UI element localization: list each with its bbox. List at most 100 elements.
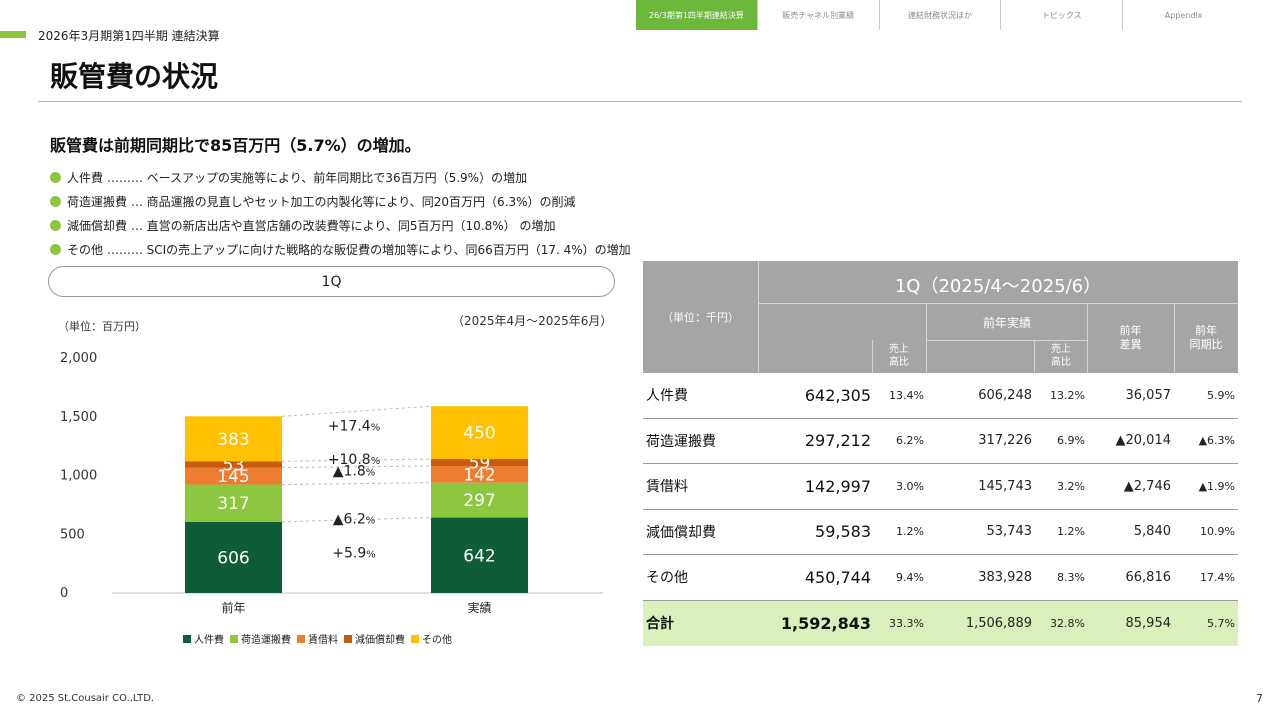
tab-sales-channel[interactable]: 販売チャネル別業績 <box>756 0 879 30</box>
tab-q1-results[interactable]: 26/3期第1四半期連結決算 <box>636 0 757 30</box>
diff-value: 66,816 <box>1125 569 1172 585</box>
legend-swatch <box>230 634 238 643</box>
page-subtitle: 2026年3月期第1四半期 連結決算 <box>38 29 220 43</box>
table-diff-header: 前年 差異 <box>1119 324 1142 351</box>
legend-label: 荷造運搬費 <box>241 635 291 646</box>
chart-unit: （単位：百万円） <box>58 320 146 333</box>
bullet-dot-icon <box>50 171 61 183</box>
legend-item: 減価償却費 <box>344 631 405 646</box>
prev-value: 145,743 <box>978 478 1032 494</box>
bullet-dot-icon <box>50 219 61 231</box>
data-label: 642 <box>463 546 495 566</box>
change-annotation: +5.9% <box>332 545 376 561</box>
table-total-row: 合計 1,592,843 33.3% 1,506,889 32.8% 85,95… <box>643 600 1238 646</box>
table-row: 減価償却費 59,583 1.2% 53,743 1.2% 5,840 10.9… <box>643 510 1238 555</box>
y-tick-label: 500 <box>60 527 85 542</box>
prev-ratio: 32.8% <box>1050 616 1085 630</box>
row-label: 合計 <box>646 616 674 633</box>
data-label: 450 <box>463 424 495 444</box>
prev-ratio: 6.9% <box>1057 434 1085 448</box>
bullet-item: 荷造運搬費 … 商品運搬の見直しやセット加工の内製化等により、同20百万円（6.… <box>50 189 631 213</box>
tab-topics[interactable]: トピックス <box>1000 0 1122 30</box>
legend-item: 人件費 <box>183 631 224 646</box>
table-unit: （単位：千円） <box>662 311 739 324</box>
legend-label: その他 <box>422 635 452 646</box>
row-label: 荷造運搬費 <box>646 433 716 450</box>
prev-value: 53,743 <box>986 524 1033 540</box>
table-row: 人件費 642,305 13.4% 606,248 13.2% 36,057 5… <box>643 373 1238 419</box>
table-ratio-header: 売上 高比 <box>889 344 909 368</box>
sga-table: （単位：千円） 1Q（2025/4～2025/6） 前年実績 売上 高比 売上 … <box>643 261 1238 646</box>
row-label: 賃借料 <box>646 479 688 496</box>
legend-item: その他 <box>411 631 452 646</box>
legend-swatch <box>344 634 352 643</box>
row-label: 減価償却費 <box>646 524 716 541</box>
actual-ratio: 1.2% <box>896 525 924 539</box>
prev-value: 1,506,889 <box>965 615 1032 631</box>
data-label: 317 <box>217 494 249 514</box>
page-number: 7 <box>1256 692 1263 705</box>
actual-ratio: 13.4% <box>889 388 924 402</box>
actual-value: 1,592,843 <box>780 613 871 633</box>
prev-value: 383,928 <box>978 569 1032 585</box>
prev-ratio: 8.3% <box>1057 570 1085 584</box>
yoy-value: ▲6.3% <box>1198 434 1235 448</box>
legend-item: 賃借料 <box>297 631 338 646</box>
change-annotation: +17.4% <box>328 418 380 434</box>
diff-value: 5,840 <box>1133 524 1171 540</box>
yoy-value: 17.4% <box>1200 570 1235 584</box>
prev-ratio: 13.2% <box>1050 388 1085 402</box>
data-label: 383 <box>217 430 249 450</box>
sga-stacked-bar-chart: 05001,0001,5002,00060631714553383前年64229… <box>60 351 603 615</box>
chart-legend: 人件費 荷造運搬費 賃借料 減価償却費 その他 <box>183 631 458 646</box>
actual-value: 297,212 <box>804 431 871 451</box>
legend-label: 賃借料 <box>308 635 338 646</box>
change-annotation: +10.8% <box>328 452 380 468</box>
bullet-item: その他 ……… SCIの売上アップに向けた戦略的な販促費の増加等により、同66百… <box>50 237 631 261</box>
title-divider <box>38 101 1242 102</box>
y-tick-label: 2,000 <box>60 351 97 366</box>
diff-value: 85,954 <box>1125 615 1172 631</box>
prev-value: 606,248 <box>978 387 1032 403</box>
legend-label: 減価償却費 <box>355 635 405 646</box>
summary-headline: 販管費は前期同期比で85百万円（5.7%）の増加。 <box>50 136 421 155</box>
yoy-value: 5.9% <box>1207 388 1235 402</box>
table-row: 賃借料 142,997 3.0% 145,743 3.2% ▲2,746 ▲1.… <box>643 464 1238 510</box>
actual-value: 450,744 <box>804 567 871 587</box>
connector-line <box>281 405 432 417</box>
page-title: 販管費の状況 <box>50 60 219 93</box>
bullet-text: その他 ……… SCIの売上アップに向けた戦略的な販促費の増加等により、同66百… <box>67 242 631 257</box>
legend-label: 人件費 <box>194 635 224 646</box>
table-row: その他 450,744 9.4% 383,928 8.3% 66,816 17.… <box>643 555 1238 601</box>
actual-value: 642,305 <box>804 385 871 405</box>
table-period-header: 1Q（2025/4～2025/6） <box>894 276 1102 297</box>
yoy-value: 5.7% <box>1207 616 1235 630</box>
quarter-pill: 1Q <box>48 266 615 297</box>
bullet-text: 人件費 ……… ベースアップの実施等により、前年同期比で36百万円（5.9%）の… <box>67 170 528 185</box>
chart-period: （2025年4月～2025年6月） <box>452 314 613 328</box>
table-prev-header: 前年実績 <box>982 316 1031 330</box>
copyright: © 2025 St.Cousair CO.,LTD. <box>16 693 155 704</box>
actual-value: 142,997 <box>804 476 871 496</box>
bullet-dot-icon <box>50 195 61 207</box>
legend-swatch <box>411 634 419 643</box>
prev-ratio: 1.2% <box>1057 525 1085 539</box>
row-label: その他 <box>646 570 688 587</box>
legend-item: 荷造運搬費 <box>230 631 291 646</box>
actual-ratio: 33.3% <box>889 616 924 630</box>
bullet-text: 荷造運搬費 … 商品運搬の見直しやセット加工の内製化等により、同20百万円（6.… <box>67 194 576 209</box>
legend-swatch <box>297 634 305 643</box>
diff-value: 36,057 <box>1125 387 1172 403</box>
x-tick-label: 前年 <box>221 600 245 615</box>
summary-bullets: 人件費 ……… ベースアップの実施等により、前年同期比で36百万円（5.9%）の… <box>50 165 631 261</box>
bullet-text: 減価償却費 … 直営の新店出店や直営店舗の改装費等により、同5百万円（10.8%… <box>67 218 556 233</box>
yoy-value: ▲1.9% <box>1198 479 1235 493</box>
diff-value: ▲2,746 <box>1123 478 1171 494</box>
tab-financial-position[interactable]: 連結財務状況ほか <box>878 0 1001 30</box>
bullet-item: 人件費 ……… ベースアップの実施等により、前年同期比で36百万円（5.9%）の… <box>50 165 631 189</box>
tab-appendix[interactable]: Appendix <box>1122 0 1244 30</box>
bullet-dot-icon <box>50 243 61 255</box>
table-header: （単位：千円） 1Q（2025/4～2025/6） 前年実績 売上 高比 売上 … <box>643 261 1238 373</box>
header-accent-bar <box>0 31 26 38</box>
actual-ratio: 3.0% <box>896 479 924 493</box>
